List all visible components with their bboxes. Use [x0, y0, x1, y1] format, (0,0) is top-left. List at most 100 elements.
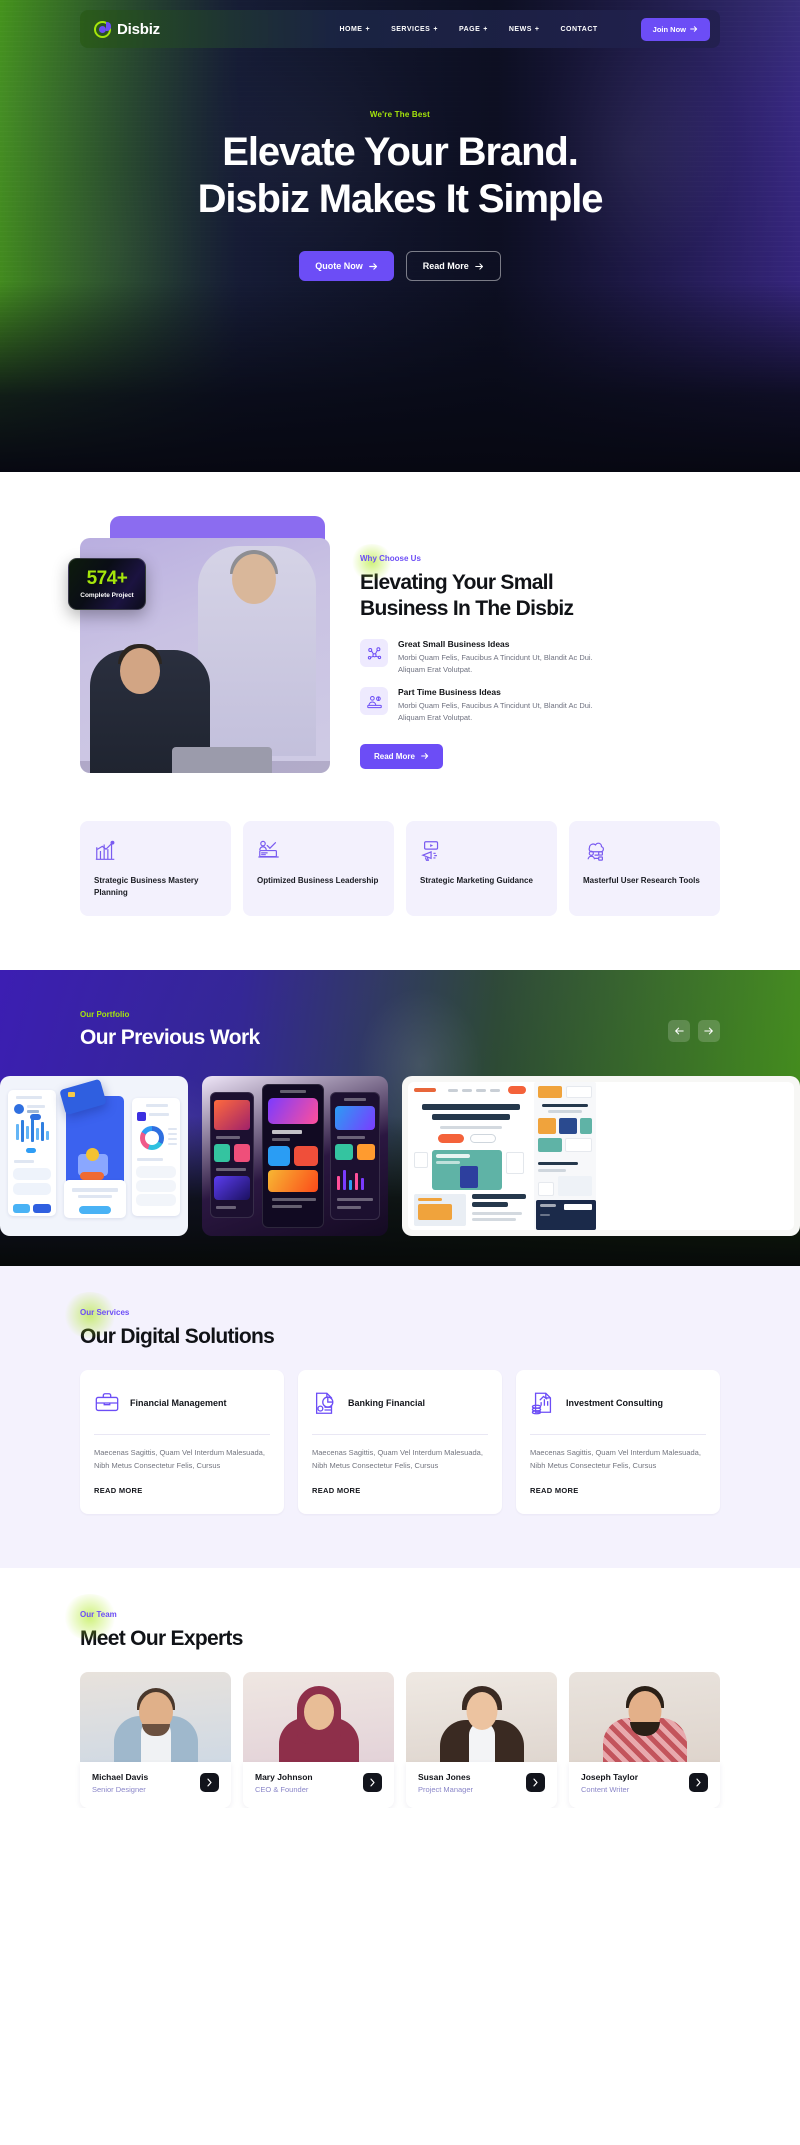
about-feature-item: Part Time Business Ideas Morbi Quam Feli…	[360, 687, 720, 723]
service-card-body: Maecenas Sagittis, Quam Vel Interdum Mal…	[312, 1447, 483, 1470]
service-card-header: Financial Management	[94, 1386, 270, 1420]
capability-tile[interactable]: Optimized Business Leadership	[243, 821, 394, 917]
divider	[312, 1433, 488, 1435]
photo-laptop	[172, 747, 272, 773]
service-read-more-link[interactable]: READ MORE	[94, 1486, 143, 1495]
portfolio-card-gaming-app[interactable]	[202, 1076, 388, 1237]
join-now-button[interactable]: Join Now	[640, 17, 710, 41]
team-member-text: Mary Johnson CEO & Founder	[255, 1772, 313, 1794]
arrow-right-icon	[690, 26, 698, 32]
team-member-photo	[569, 1671, 720, 1764]
photo-person-seated-head	[120, 648, 160, 694]
photo-head	[303, 1693, 334, 1730]
about-feature-text-wrap: Great Small Business Ideas Morbi Quam Fe…	[398, 639, 608, 675]
chevron-right-icon	[533, 1778, 538, 1787]
chevron-right-icon	[696, 1778, 701, 1787]
service-card-investment-consulting[interactable]: Investment Consulting Maecenas Sagittis,…	[516, 1369, 720, 1515]
service-card-title: Investment Consulting	[566, 1397, 664, 1408]
about-feature-body: Morbi Quam Felis, Faucibus A Tincidunt U…	[398, 653, 593, 674]
team-member-info: Mary Johnson CEO & Founder	[243, 1761, 394, 1808]
hero-section: Disbiz HOME + SERVICES + PAGE + NEWS + C…	[0, 0, 800, 472]
service-card-header: Investment Consulting	[530, 1386, 706, 1420]
team-eyebrow: Our Team	[80, 1610, 117, 1620]
complete-project-badge: 574+ Complete Project	[68, 558, 146, 610]
divider	[530, 1433, 706, 1435]
arrow-right-icon	[704, 1027, 713, 1035]
portfolio-heading-block: Our Portfolio Our Previous Work	[80, 1010, 260, 1050]
capability-tile[interactable]: Strategic Business Mastery Planning	[80, 821, 231, 917]
hero-read-more-button[interactable]: Read More	[405, 251, 501, 282]
team-member-name: Mary Johnson	[255, 1771, 313, 1782]
megaphone-video-icon	[420, 837, 543, 863]
nav-item-page[interactable]: PAGE +	[459, 26, 488, 33]
nav-item-contact[interactable]: CONTACT	[560, 26, 597, 33]
nav-item-page-label: PAGE	[458, 25, 481, 33]
arrow-right-icon	[368, 263, 377, 270]
service-card-financial-management[interactable]: Financial Management Maecenas Sagittis, …	[80, 1369, 284, 1515]
team-member-name: Joseph Taylor	[581, 1771, 638, 1782]
services-card-grid: Financial Management Maecenas Sagittis, …	[80, 1369, 720, 1515]
complete-project-count: 574+	[86, 568, 128, 589]
nav-item-news[interactable]: NEWS +	[509, 26, 540, 33]
about-feature-text-wrap: Part Time Business Ideas Morbi Quam Feli…	[398, 687, 608, 723]
nav-item-home-label: HOME	[339, 25, 363, 33]
team-member-detail-button[interactable]	[526, 1773, 545, 1793]
portfolio-card-website-builder[interactable]	[402, 1076, 800, 1237]
hero-eyebrow: We're The Best	[369, 110, 431, 119]
services-section: Our Services Our Digital Solutions Finan…	[0, 1266, 800, 1569]
team-title: Meet Our Experts	[80, 1627, 243, 1651]
hero-content: We're The Best Elevate Your Brand. Disbi…	[0, 110, 800, 282]
about-title: Elevating Your Small Business In The Dis…	[360, 570, 720, 621]
portfolio-next-button[interactable]	[698, 1020, 720, 1043]
capability-tile-label: Strategic Marketing Guidance	[420, 876, 533, 885]
team-member-photo	[243, 1671, 394, 1764]
capability-tile[interactable]: Masterful User Research Tools	[569, 821, 720, 917]
chevron-plus-icon: +	[365, 25, 371, 33]
arrow-right-icon	[421, 753, 429, 760]
pie-chart-document-icon	[312, 1390, 338, 1416]
brand-name: Disbiz	[117, 20, 160, 38]
arrow-left-icon	[675, 1027, 684, 1035]
about-feature-item: Great Small Business Ideas Morbi Quam Fe…	[360, 639, 720, 675]
coins-growth-document-icon	[530, 1390, 556, 1416]
team-card[interactable]: Joseph Taylor Content Writer	[569, 1671, 720, 1808]
portfolio-eyebrow: Our Portfolio	[80, 1010, 130, 1020]
team-member-detail-button[interactable]	[200, 1773, 219, 1793]
team-card[interactable]: Susan Jones Project Manager	[406, 1671, 557, 1808]
team-member-name: Susan Jones	[418, 1771, 471, 1782]
network-people-icon	[360, 639, 388, 668]
about-read-more-label: Read More	[374, 751, 415, 761]
team-member-detail-button[interactable]	[689, 1773, 708, 1793]
service-read-more-link[interactable]: READ MORE	[312, 1486, 361, 1495]
team-member-detail-button[interactable]	[363, 1773, 382, 1793]
nav-item-news-label: NEWS	[508, 25, 532, 33]
team-card[interactable]: Mary Johnson CEO & Founder	[243, 1671, 394, 1808]
team-card[interactable]: Michael Davis Senior Designer	[80, 1671, 231, 1808]
divider	[94, 1433, 270, 1435]
bar-chart-growth-icon	[94, 837, 217, 863]
portfolio-prev-button[interactable]	[668, 1020, 690, 1043]
portfolio-card-fintech-wallet[interactable]	[0, 1076, 188, 1237]
service-card-body: Maecenas Sagittis, Quam Vel Interdum Mal…	[94, 1447, 265, 1470]
team-member-photo	[80, 1671, 231, 1764]
nav-item-services[interactable]: SERVICES +	[391, 26, 438, 33]
arrow-right-icon	[474, 263, 483, 270]
team-member-photo	[406, 1671, 557, 1764]
nav-item-home[interactable]: HOME +	[339, 26, 370, 33]
cloud-user-network-icon	[583, 837, 706, 863]
quote-now-button[interactable]: Quote Now	[299, 251, 394, 282]
team-member-text: Michael Davis Senior Designer	[92, 1772, 148, 1794]
team-card-grid: Michael Davis Senior Designer Mary Johns…	[80, 1671, 720, 1808]
portfolio-carousel[interactable]	[0, 1076, 800, 1237]
chevron-right-icon	[207, 1778, 212, 1787]
service-read-more-link[interactable]: READ MORE	[530, 1486, 579, 1495]
capability-tile[interactable]: Strategic Marketing Guidance	[406, 821, 557, 917]
about-visual: 574+ Complete Project	[68, 516, 330, 773]
about-read-more-button[interactable]: Read More	[360, 743, 443, 769]
team-member-info: Michael Davis Senior Designer	[80, 1761, 231, 1808]
hero-read-more-label: Read More	[422, 261, 469, 272]
team-member-text: Susan Jones Project Manager	[418, 1772, 473, 1794]
brand-logo[interactable]: Disbiz	[94, 20, 160, 38]
portfolio-carousel-controls	[668, 1020, 720, 1050]
service-card-banking-financial[interactable]: Banking Financial Maecenas Sagittis, Qua…	[298, 1369, 502, 1515]
